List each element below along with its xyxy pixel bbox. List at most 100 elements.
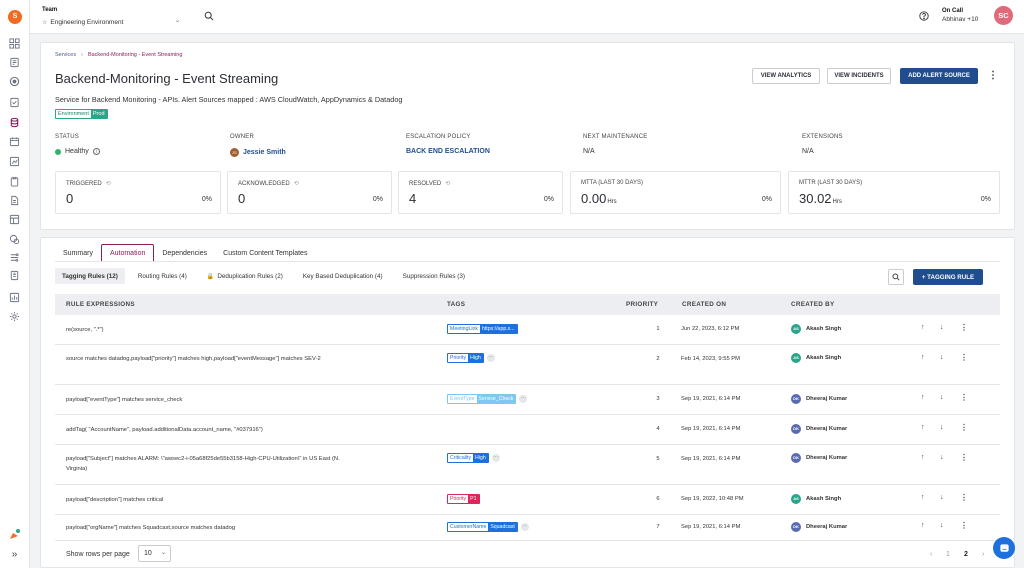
alerts-icon[interactable]	[9, 76, 20, 87]
view-incidents-button[interactable]: VIEW INCIDENTS	[827, 68, 891, 84]
move-down-icon[interactable]: ↓	[940, 494, 944, 501]
table-row[interactable]: payload["eventType"] matches service_che…	[55, 385, 1000, 415]
search-icon	[892, 273, 900, 281]
settings-icon[interactable]	[9, 311, 20, 322]
schedules-icon[interactable]	[9, 136, 20, 147]
more-tags-icon[interactable]: ···	[520, 523, 529, 531]
page-2-button[interactable]: 2	[964, 551, 968, 558]
chat-support-button[interactable]	[993, 537, 1015, 559]
row-more-icon[interactable]: ⋮	[960, 423, 968, 432]
add-tagging-rule-button[interactable]: + TAGGING RULE	[913, 269, 983, 285]
more-tags-icon[interactable]: ···	[491, 454, 500, 462]
rule-created-on: Sep 19, 2021, 6:14 PM	[681, 426, 741, 432]
subtab-suppression-rules[interactable]: Suppression Rules (3)	[396, 268, 472, 284]
more-options-icon[interactable]: ⋮	[988, 70, 998, 82]
automation-card: Summary Automation Dependencies Custom C…	[40, 237, 1015, 568]
integrations-icon[interactable]	[9, 252, 20, 263]
tag-key: Priority	[448, 354, 469, 362]
status-page-icon[interactable]	[9, 195, 20, 206]
move-up-icon[interactable]: ↑	[921, 454, 925, 461]
move-up-icon[interactable]: ↑	[921, 354, 925, 361]
rows-per-page-label: Show rows per page	[66, 551, 130, 558]
search-icon[interactable]	[204, 11, 214, 21]
tag-value: https://app.s...	[479, 325, 517, 333]
breadcrumb-services-link[interactable]: Services	[55, 52, 76, 58]
add-alert-source-button[interactable]: ADD ALERT SOURCE	[900, 68, 978, 84]
team-label: Team	[42, 7, 58, 13]
workflows-icon[interactable]	[9, 270, 20, 281]
user-avatar[interactable]: SC	[994, 6, 1013, 25]
row-more-icon[interactable]: ⋮	[960, 521, 968, 530]
table-row[interactable]: source matches datadog,payload["priority…	[55, 345, 1000, 385]
creator-avatar: AS	[791, 494, 801, 504]
creator-avatar: DK	[791, 453, 801, 463]
tag-key: CustomerName	[448, 523, 489, 531]
subtab-deduplication-rules[interactable]: 🔒 Deduplication Rules (2)	[200, 268, 290, 284]
team-selector[interactable]: ☆ Engineering Environment ⌄	[42, 17, 180, 27]
tab-summary[interactable]: Summary	[55, 244, 101, 262]
move-down-icon[interactable]: ↓	[940, 354, 944, 361]
extensions-label: EXTENSIONS	[802, 134, 843, 140]
help-icon[interactable]	[919, 11, 929, 21]
owner-avatar: JS	[230, 148, 239, 157]
more-tags-icon[interactable]: ···	[519, 395, 528, 403]
move-up-icon[interactable]: ↑	[921, 522, 925, 529]
stat-card-mtta: MTTA (LAST 30 DAYS) 0.00Hrs 0%	[570, 171, 781, 214]
whats-new-icon[interactable]	[8, 527, 22, 541]
analytics-icon[interactable]	[9, 234, 20, 245]
move-up-icon[interactable]: ↑	[921, 324, 925, 331]
more-tags-icon[interactable]: ···	[486, 354, 495, 362]
page-1-button[interactable]: 1	[946, 551, 950, 558]
incidents-icon[interactable]	[9, 57, 20, 68]
oncall-value[interactable]: Abhinav +10	[942, 16, 978, 23]
move-up-icon[interactable]: ↑	[921, 494, 925, 501]
tag-pill-group: CustomerName Squadcast ···	[447, 522, 529, 532]
owner-name[interactable]: Jessie Smith	[243, 149, 286, 156]
row-more-icon[interactable]: ⋮	[960, 453, 968, 462]
row-more-icon[interactable]: ⋮	[960, 353, 968, 362]
org-logo[interactable]: S	[8, 10, 22, 24]
escalations-icon[interactable]	[9, 156, 20, 167]
move-down-icon[interactable]: ↓	[940, 324, 944, 331]
dashboard-icon[interactable]	[9, 38, 20, 49]
escalation-policy-label: ESCALATION POLICY	[406, 134, 471, 140]
creator-avatar: DK	[791, 424, 801, 434]
tab-custom-content-templates[interactable]: Custom Content Templates	[215, 244, 315, 262]
escalation-policy-link[interactable]: BACK END ESCALATION	[406, 148, 490, 155]
prev-page-icon[interactable]: ‹	[930, 551, 932, 558]
view-analytics-button[interactable]: VIEW ANALYTICS	[752, 68, 820, 84]
owner-value[interactable]: JS Jessie Smith	[230, 148, 286, 157]
team-value: Engineering Environment	[50, 18, 124, 26]
move-down-icon[interactable]: ↓	[940, 454, 944, 461]
table-row[interactable]: payload["Subject"] matches ALARM: \"awse…	[55, 445, 1000, 485]
table-row[interactable]: payload["description"] matches critical …	[55, 485, 1000, 515]
move-up-icon[interactable]: ↑	[921, 424, 925, 431]
rule-expression: payload["orgName"] matches Squadcast,sou…	[66, 525, 236, 531]
postmortem-icon[interactable]	[9, 97, 20, 108]
services-icon[interactable]	[9, 117, 20, 128]
table-row[interactable]: payload["orgName"] matches Squadcast,sou…	[55, 515, 1000, 541]
move-down-icon[interactable]: ↓	[940, 394, 944, 401]
rule-expression: source matches datadog,payload["priority…	[66, 356, 321, 362]
runbooks-icon[interactable]	[9, 176, 20, 187]
rows-per-page-select[interactable]: 10 ⌄	[138, 545, 171, 562]
subtab-key-based-deduplication[interactable]: Key Based Deduplication (4)	[296, 268, 390, 284]
tab-dependencies[interactable]: Dependencies	[154, 244, 215, 262]
move-down-icon[interactable]: ↓	[940, 424, 944, 431]
subtab-tagging-rules[interactable]: Tagging Rules (12)	[55, 268, 125, 284]
billing-icon[interactable]	[9, 292, 20, 303]
subtab-routing-rules[interactable]: Routing Rules (4)	[131, 268, 194, 284]
table-row[interactable]: re(source, ".*") MeetingLink https://app.…	[55, 315, 1000, 345]
row-more-icon[interactable]: ⋮	[960, 493, 968, 502]
table-row[interactable]: addTag( "AccountName", payload.additiona…	[55, 415, 1000, 445]
row-more-icon[interactable]: ⋮	[960, 323, 968, 332]
info-icon[interactable]: i	[92, 148, 100, 155]
move-down-icon[interactable]: ↓	[940, 522, 944, 529]
next-page-icon[interactable]: ›	[982, 551, 984, 558]
reports-icon[interactable]	[9, 214, 20, 225]
expand-sidebar-icon[interactable]: »	[9, 549, 20, 560]
tab-automation[interactable]: Automation	[100, 244, 155, 262]
row-more-icon[interactable]: ⋮	[960, 393, 968, 402]
move-up-icon[interactable]: ↑	[921, 394, 925, 401]
search-rules-button[interactable]	[888, 269, 904, 285]
